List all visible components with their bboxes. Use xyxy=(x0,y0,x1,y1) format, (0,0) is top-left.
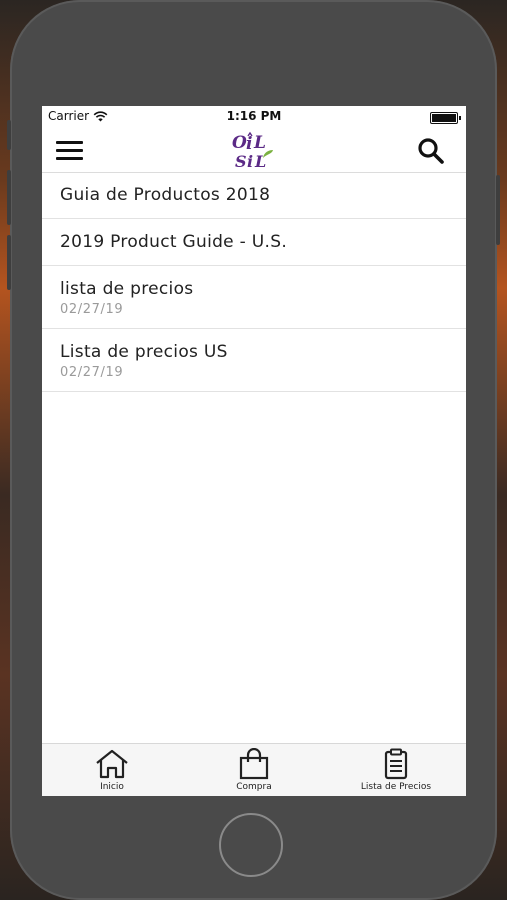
list-item[interactable]: 2019 Product Guide - U.S. xyxy=(42,219,466,266)
list-item[interactable]: Guia de Productos 2018 xyxy=(42,173,466,219)
svg-text:i: i xyxy=(246,134,252,154)
home-button[interactable] xyxy=(219,813,283,877)
side-button xyxy=(7,120,11,150)
svg-text:S: S xyxy=(235,152,247,170)
oil-sil-logo: O i L S i L xyxy=(232,131,273,170)
item-title: lista de precios xyxy=(60,279,194,299)
list-item[interactable]: Lista de precios US 02/27/19 xyxy=(42,329,466,392)
item-date: 02/27/19 xyxy=(60,302,124,317)
item-title: 2019 Product Guide - U.S. xyxy=(60,232,288,252)
side-button xyxy=(7,170,11,225)
tab-bar: Inicio Compra Lista de Precios xyxy=(42,743,466,796)
side-button xyxy=(7,235,11,290)
tab-label: Compra xyxy=(236,782,272,792)
side-button xyxy=(496,175,500,245)
tab-lista-de-precios[interactable]: Lista de Precios xyxy=(336,748,456,792)
tab-inicio[interactable]: Inicio xyxy=(52,748,172,792)
tab-compra[interactable]: Compra xyxy=(194,748,314,792)
tab-label: Inicio xyxy=(100,782,124,792)
list-item[interactable]: lista de precios 02/27/19 xyxy=(42,266,466,329)
app-screen: Carrier 1:16 PM O i L S i L Guia de Prod… xyxy=(42,106,466,796)
hamburger-menu-icon[interactable] xyxy=(56,136,88,164)
navigation-bar: O i L S i L xyxy=(42,128,466,173)
home-icon xyxy=(96,749,128,779)
svg-text:L: L xyxy=(253,133,266,153)
item-date: 02/27/19 xyxy=(60,365,124,380)
status-bar: Carrier 1:16 PM xyxy=(42,106,466,128)
item-title: Guia de Productos 2018 xyxy=(60,185,271,205)
svg-text:O: O xyxy=(232,133,247,153)
search-icon[interactable] xyxy=(416,136,446,166)
shopping-bag-icon xyxy=(239,748,269,780)
document-list: Guia de Productos 2018 2019 Product Guid… xyxy=(42,173,466,392)
item-title: Lista de precios US xyxy=(60,342,228,362)
battery-icon xyxy=(430,112,461,124)
svg-text:i: i xyxy=(247,152,253,170)
clipboard-list-icon xyxy=(384,748,408,780)
status-time: 1:16 PM xyxy=(226,109,282,123)
tab-label: Lista de Precios xyxy=(360,782,432,792)
